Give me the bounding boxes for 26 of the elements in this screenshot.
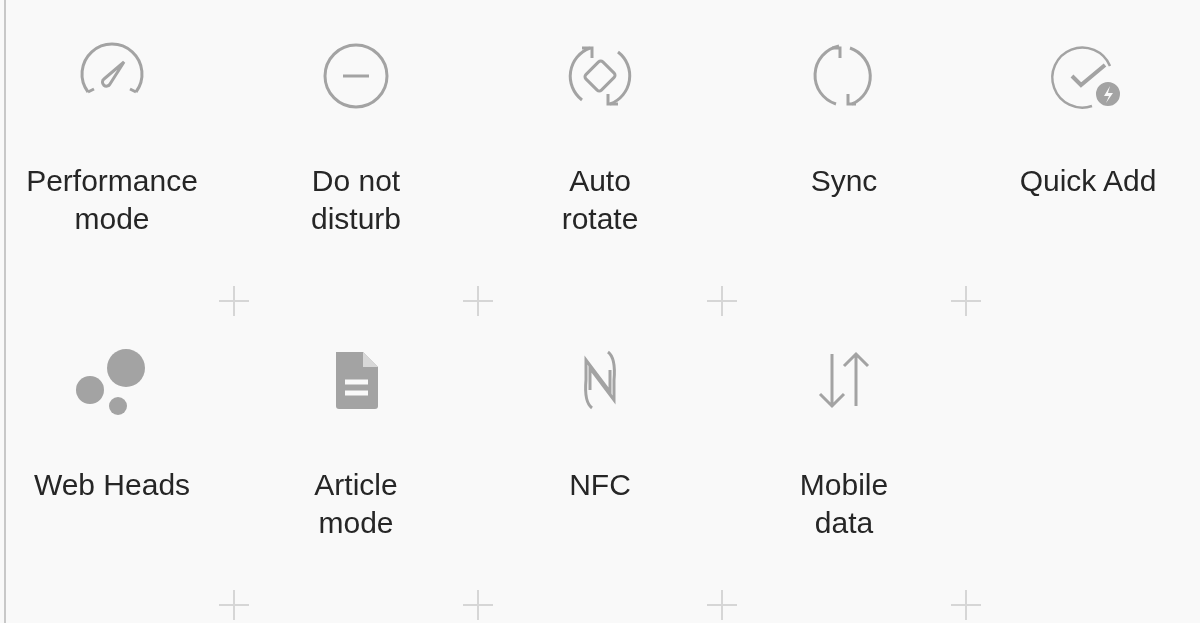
plus-icon	[951, 590, 981, 620]
tile-label: Performance mode	[26, 163, 198, 237]
quick-setting-tile[interactable]: Mobile data	[722, 314, 966, 542]
tile-label: Article mode	[314, 467, 398, 541]
tile-label: Auto rotate	[561, 163, 639, 237]
plus-icon	[219, 590, 249, 620]
tile-label: Quick Add	[1019, 163, 1157, 199]
plus-icon	[463, 590, 493, 620]
plus-icon	[951, 286, 981, 316]
quick-setting-tile[interactable]: Auto rotate	[478, 10, 722, 238]
quick-setting-tile[interactable]: Performance mode	[6, 10, 234, 238]
quick-setting-tile[interactable]: Do not disturb	[234, 10, 478, 238]
tile-label: Sync	[810, 163, 878, 199]
plus-icon	[707, 286, 737, 316]
quick-setting-tile[interactable]: NFC	[478, 314, 722, 504]
plus-icon	[463, 286, 493, 316]
tile-label: Web Heads	[33, 467, 191, 503]
tile-label: Mobile data	[799, 467, 889, 541]
quick-setting-tile[interactable]: Sync	[722, 10, 966, 200]
tile-label: NFC	[569, 467, 631, 503]
quick-setting-tile[interactable]: Quick Add	[966, 10, 1200, 200]
quick-setting-tile[interactable]: Article mode	[234, 314, 478, 542]
plus-icon	[219, 286, 249, 316]
plus-icon	[707, 590, 737, 620]
tile-label: Do not disturb	[310, 163, 401, 237]
quick-setting-tile[interactable]: Web Heads	[6, 314, 234, 504]
